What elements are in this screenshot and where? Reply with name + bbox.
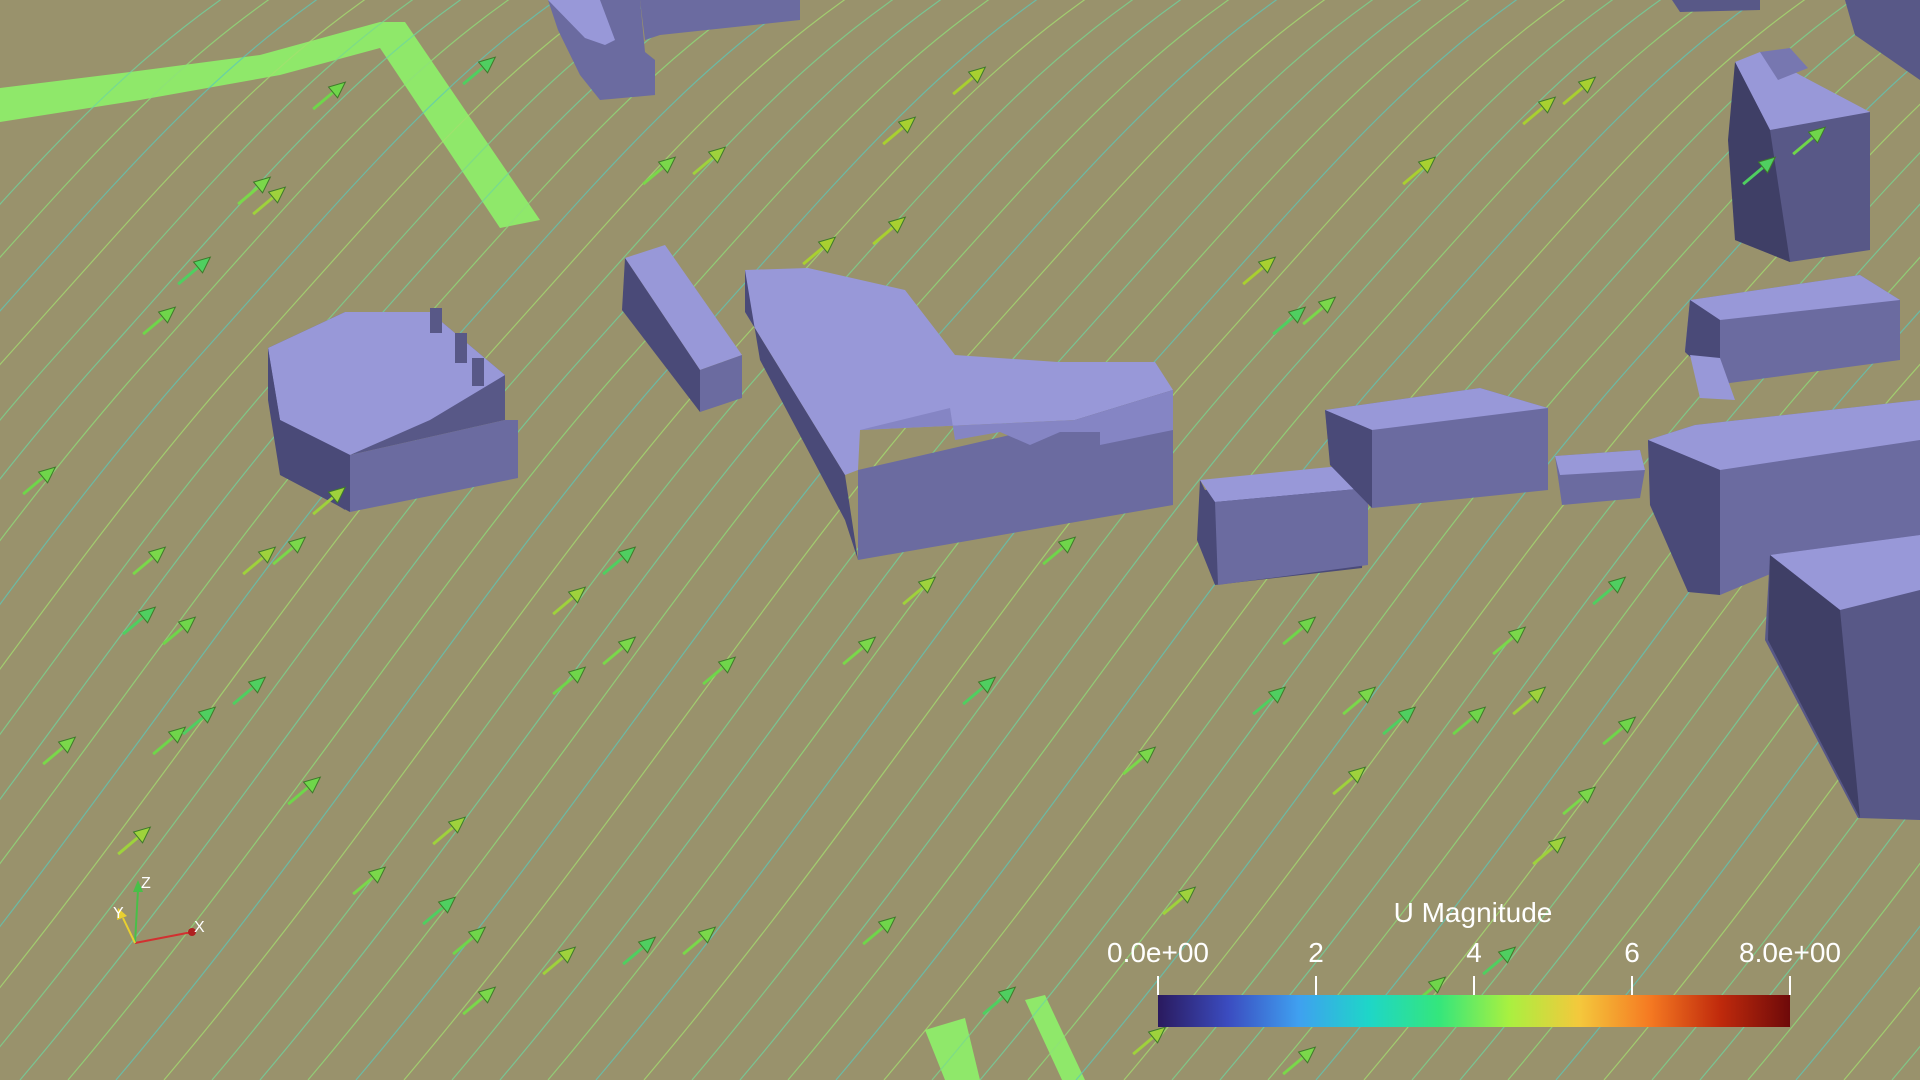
colorbar-tick-label: 0.0e+00 bbox=[1107, 937, 1209, 968]
flow-scene[interactable]: U Magnitude 0.0e+00 2 4 6 8.0e+00 X Y Z bbox=[0, 0, 1920, 1080]
render-viewport[interactable]: U Magnitude 0.0e+00 2 4 6 8.0e+00 X Y Z bbox=[0, 0, 1920, 1080]
axis-y-label: Y bbox=[113, 905, 124, 922]
building-5 bbox=[1325, 388, 1548, 508]
building-6 bbox=[1555, 450, 1645, 505]
colorbar-tick-label: 6 bbox=[1624, 937, 1640, 968]
colorbar-tick-label: 8.0e+00 bbox=[1739, 937, 1841, 968]
axis-x-label: X bbox=[194, 919, 205, 936]
colorbar-title: U Magnitude bbox=[1394, 897, 1553, 928]
colorbar-tick-label: 2 bbox=[1308, 937, 1324, 968]
colorbar-tick-label: 4 bbox=[1466, 937, 1482, 968]
colorbar-gradient bbox=[1158, 995, 1790, 1027]
building-4 bbox=[1197, 466, 1368, 585]
axis-z-label: Z bbox=[141, 875, 151, 892]
